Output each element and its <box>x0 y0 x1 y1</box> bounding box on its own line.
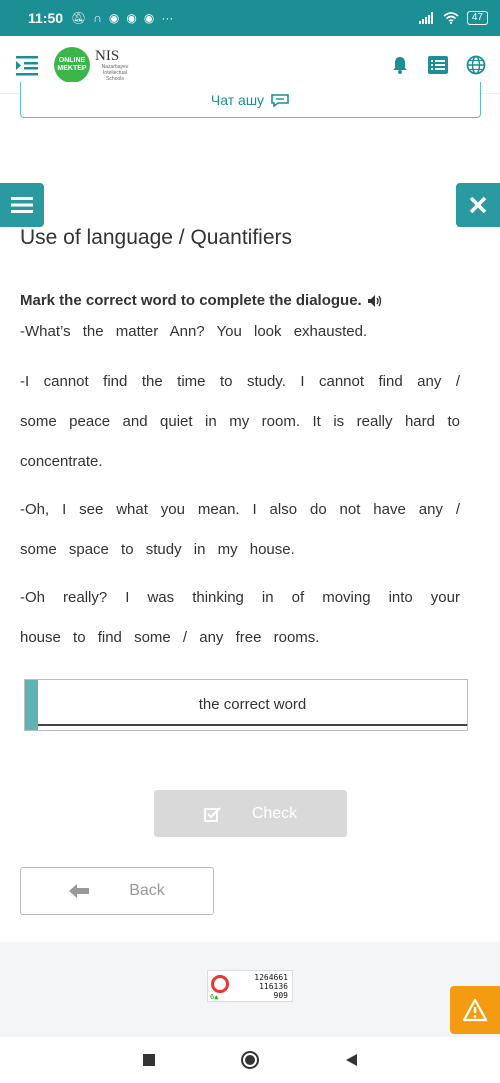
logo-line1: ONLINE <box>58 56 86 64</box>
status-time: 11:50 <box>28 10 64 26</box>
dialogue-line: -Oh really? I was thinking in of moving … <box>20 589 460 646</box>
signal-icon <box>418 12 433 24</box>
status-bar: 11:50 🔕︎ ∩ ◉ ◉ ◉ ··· 47 <box>0 0 500 36</box>
wifi-icon <box>443 12 459 24</box>
system-nav-bar <box>0 1037 500 1083</box>
menu-toggle-icon[interactable] <box>14 52 40 78</box>
close-icon <box>469 196 487 214</box>
chrome-icon: ◉ <box>126 11 137 25</box>
more-notifications: ··· <box>161 11 174 25</box>
check-icon <box>203 806 221 822</box>
visit-counter[interactable]: 6▲ 1264661 116136 909 <box>207 970 293 1002</box>
recents-icon[interactable] <box>142 1053 156 1067</box>
close-button[interactable] <box>456 183 500 227</box>
status-icons-left: 🔕︎ ∩ ◉ ◉ ◉ ··· <box>71 11 173 25</box>
dialogue-line: -Oh, I see what you mean. I also do not … <box>20 501 460 558</box>
counter-line: 116136 <box>259 982 288 991</box>
answer-underline <box>38 724 467 726</box>
counter-line: 909 <box>273 991 288 1000</box>
answer-field[interactable]: the correct word <box>24 679 468 731</box>
instruction-text: Mark the correct word to complete the di… <box>20 292 362 309</box>
globe-icon[interactable] <box>466 55 486 75</box>
home-icon[interactable] <box>240 1050 260 1070</box>
counter-line: 1264661 <box>254 973 288 982</box>
dialogue-line: -I cannot find the time to study. I cann… <box>20 373 460 470</box>
back-button-label: Back <box>129 882 165 899</box>
warning-icon <box>462 998 488 1022</box>
chat-button-label: Чат ашу <box>210 91 265 108</box>
online-mektep-logo[interactable]: ONLINE MEKTEP <box>54 46 90 83</box>
logo-line2: MEKTEP <box>57 64 87 72</box>
page-title: Use of language / Quantifiers <box>20 226 292 249</box>
nis-title: NIS <box>95 47 120 64</box>
nis-logo: NIS Nazarbayev Intellectual Schools <box>95 48 135 82</box>
open-chat-button[interactable]: Чат ашу <box>20 82 481 118</box>
hamburger-icon <box>11 197 33 213</box>
counter-ring-icon <box>211 975 229 993</box>
bell-icon[interactable] <box>390 55 410 75</box>
side-menu-button[interactable] <box>0 183 44 227</box>
chrome-icon: ◉ <box>143 11 155 25</box>
battery-icon: 47 <box>466 11 488 25</box>
speaker-icon[interactable] <box>367 294 383 308</box>
answer-accent-bar <box>25 680 38 730</box>
counter-values: 1264661 116136 909 <box>254 973 288 1000</box>
chrome-icon: ◉ <box>108 11 120 25</box>
answer-placeholder: the correct word <box>198 696 307 713</box>
counter-small: 6▲ <box>210 993 219 1001</box>
dialogue-line: -What’s the matter Ann? You look exhaust… <box>20 323 368 340</box>
counter-small-value: 6 <box>210 993 215 1001</box>
check-button-label: Check <box>251 804 298 822</box>
nis-subtitle: Nazarbayev Intellectual Schools <box>101 63 129 82</box>
back-nav-icon[interactable] <box>344 1053 358 1067</box>
dialogue-text: -What’s the matter Ann? You look exhaust… <box>20 318 460 666</box>
report-problem-button[interactable] <box>450 986 500 1034</box>
arrow-left-icon <box>69 884 90 898</box>
headphones-icon: ∩ <box>93 11 102 25</box>
back-button[interactable]: Back <box>20 867 214 915</box>
status-icons-right: 47 <box>418 11 488 25</box>
answer-input-area[interactable]: the correct word <box>38 680 467 730</box>
check-button[interactable]: Check <box>154 790 347 837</box>
exercise-instruction: Mark the correct word to complete the di… <box>20 292 383 309</box>
chat-icon <box>271 93 289 107</box>
list-icon[interactable] <box>428 55 448 74</box>
mute-icon: 🔕︎ <box>71 11 87 25</box>
